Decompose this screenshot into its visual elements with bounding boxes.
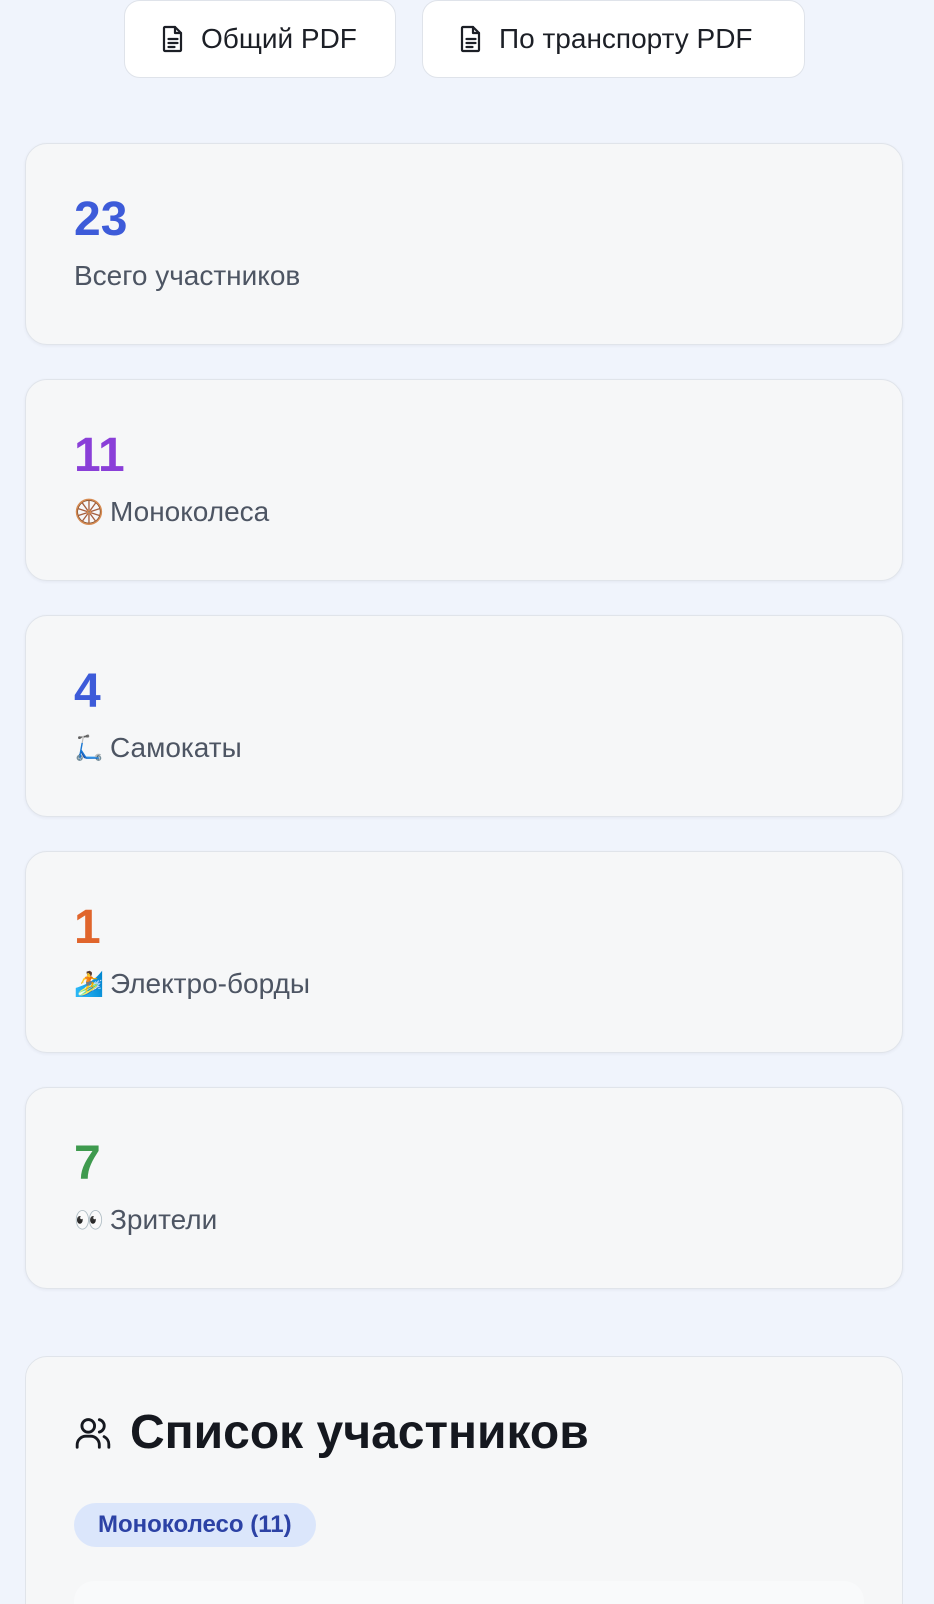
- stat-label: 🛴 Самокаты: [74, 732, 242, 764]
- stat-label: 🛞 Моноколеса: [74, 496, 269, 528]
- stat-value: 7: [74, 1137, 101, 1190]
- stat-label-text: Самокаты: [110, 732, 242, 763]
- stat-label: 👀 Зрители: [74, 1204, 217, 1236]
- general-pdf-label: Общий PDF: [201, 23, 357, 54]
- stat-label-text: Моноколеса: [110, 496, 270, 527]
- transport-filter-chip[interactable]: Моноколесо (11): [74, 1503, 316, 1547]
- stat-value: 4: [74, 665, 101, 718]
- export-actions: Общий PDF По транспорту PDF: [0, 0, 934, 78]
- surfer-icon: 🏄: [74, 970, 104, 998]
- stat-label: 🏄 Электро-борды: [74, 968, 310, 1000]
- stat-card-eboards: 1 🏄 Электро-борды: [25, 851, 903, 1053]
- wheel-icon: 🛞: [74, 498, 104, 526]
- stat-card-monowheels: 11 🛞 Моноколеса: [25, 379, 903, 581]
- users-icon: [75, 1417, 111, 1449]
- general-pdf-button[interactable]: Общий PDF: [124, 0, 396, 78]
- stat-card-spectators: 7 👀 Зрители: [25, 1087, 903, 1289]
- eyes-icon: 👀: [74, 1206, 104, 1234]
- stat-value: 1: [74, 901, 101, 954]
- transport-pdf-label: По транспорту PDF: [499, 23, 753, 54]
- stat-card-total: 23 Всего участников: [25, 143, 903, 345]
- stat-card-scooters: 4 🛴 Самокаты: [25, 615, 903, 817]
- stat-label-text: Всего участников: [74, 260, 301, 291]
- document-icon: [460, 25, 481, 53]
- scooter-icon: 🛴: [74, 734, 104, 762]
- transport-pdf-button[interactable]: По транспорту PDF: [422, 0, 805, 78]
- stat-value: 11: [74, 429, 125, 482]
- page: Общий PDF По транспорту PDF 23 Всего уча…: [0, 0, 934, 1604]
- participants-header: Список участников: [74, 1405, 589, 1460]
- stat-label-text: Электро-борды: [110, 968, 310, 999]
- participants-title: Список участников: [130, 1406, 589, 1459]
- participants-card: Список участников Моноколесо (11): [25, 1356, 903, 1604]
- stat-value: 23: [74, 193, 128, 246]
- stat-label: Всего участников: [74, 260, 300, 292]
- participant-list-item: [74, 1581, 864, 1604]
- document-icon: [162, 25, 183, 53]
- stat-label-text: Зрители: [110, 1204, 218, 1235]
